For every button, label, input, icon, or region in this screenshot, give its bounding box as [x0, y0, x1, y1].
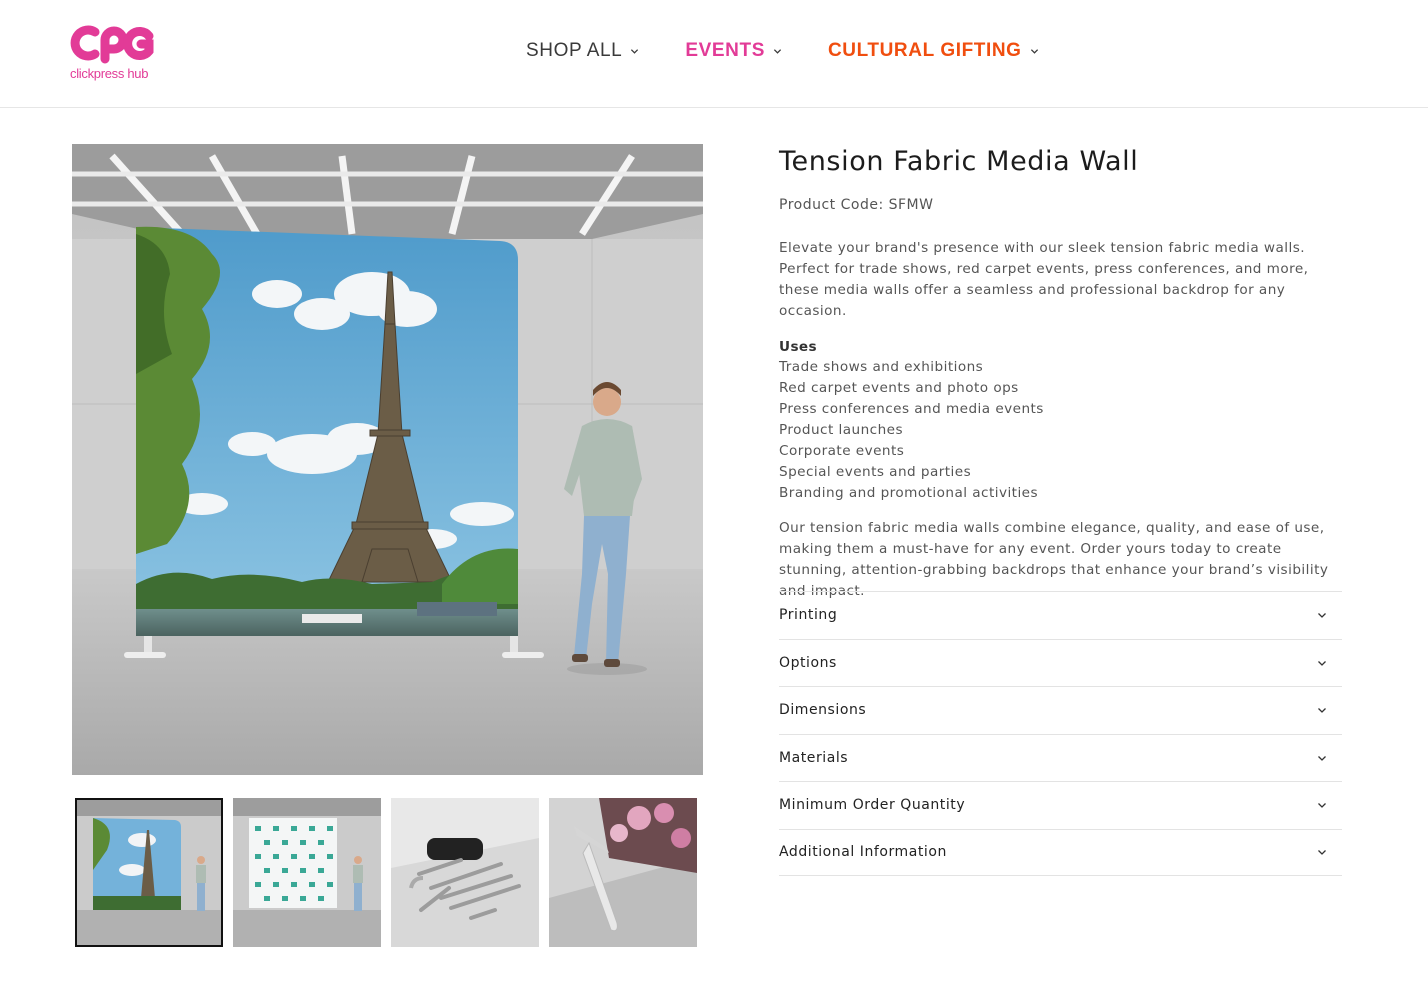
- product-code: Product Code: SFMW: [779, 197, 934, 213]
- accordion-label: Minimum Order Quantity: [779, 797, 966, 814]
- nav-shop-all[interactable]: SHOP ALL: [526, 40, 639, 62]
- accordion-dimensions[interactable]: Dimensions: [779, 686, 1342, 734]
- main-navigation: SHOP ALL EVENTS CULTURAL GIFTING: [526, 40, 1085, 62]
- product-description: Elevate your brand's presence with our s…: [779, 240, 1309, 319]
- product-main-image[interactable]: [72, 144, 703, 775]
- list-item: Product launches: [779, 422, 904, 438]
- thumbnail-image: [77, 800, 221, 945]
- list-item: Trade shows and exhibitions: [779, 359, 984, 375]
- nav-cultural-gifting[interactable]: CULTURAL GIFTING: [828, 40, 1039, 62]
- frame-kit-bag-thumbnail[interactable]: [391, 798, 539, 947]
- accordion-label: Materials: [779, 749, 849, 766]
- chevron-down-icon: [1318, 850, 1326, 856]
- accordion-additional-information[interactable]: Additional Information: [779, 828, 1342, 876]
- chevron-down-icon: [1318, 708, 1326, 714]
- logo-tagline: clickpress hub: [70, 66, 149, 81]
- accordion-materials[interactable]: Materials: [779, 733, 1342, 782]
- list-item: Press conferences and media events: [779, 401, 1044, 417]
- product-accordion: Printing Options Dimensions Materials Mi…: [779, 591, 1342, 876]
- nav-shop-all-label: SHOP ALL: [526, 40, 623, 61]
- site-header: clickpress hub SHOP ALL EVENTS CULTURAL …: [0, 0, 1428, 108]
- chevron-down-icon: [1318, 613, 1326, 619]
- accordion-label: Printing: [779, 607, 838, 624]
- chevron-down-icon: [1318, 660, 1326, 666]
- accordion-minimum-order-quantity[interactable]: Minimum Order Quantity: [779, 781, 1342, 829]
- nav-events-label: EVENTS: [685, 40, 765, 61]
- media-wall-photo: [72, 144, 703, 775]
- nav-cultural-gifting-label: CULTURAL GIFTING: [827, 40, 1022, 61]
- chevron-down-icon: [773, 48, 782, 54]
- uses-heading: Uses: [779, 339, 818, 355]
- product-outro: Our tension fabric media walls combine e…: [779, 520, 1329, 599]
- thumbnail-image: [233, 798, 381, 947]
- chevron-down-icon: [631, 48, 639, 54]
- chevron-down-icon: [1318, 755, 1326, 761]
- product-title: Tension Fabric Media Wall: [779, 146, 1139, 177]
- eiffel-tower-wall-thumbnail[interactable]: [75, 798, 223, 947]
- thumbnail-image: [549, 798, 697, 947]
- accordion-options[interactable]: Options: [779, 638, 1342, 687]
- thumbnail-strip: [75, 798, 707, 947]
- list-item: Branding and promotional activities: [779, 485, 1039, 501]
- accordion-label: Options: [779, 654, 837, 671]
- accordion-printing[interactable]: Printing: [779, 591, 1342, 639]
- accordion-label: Additional Information: [779, 844, 947, 861]
- uses-list: Trade shows and exhibitions Red carpet e…: [779, 357, 1342, 504]
- nav-events[interactable]: EVENTS: [685, 40, 782, 62]
- step-and-repeat-wall-thumbnail[interactable]: [233, 798, 381, 947]
- chevron-down-icon: [1030, 48, 1038, 54]
- feet-detail-thumbnail[interactable]: [549, 798, 697, 947]
- list-item: Red carpet events and photo ops: [779, 380, 1019, 396]
- list-item: Corporate events: [779, 443, 905, 459]
- list-item: Special events and parties: [779, 464, 972, 480]
- cpg-logo-mark: [70, 25, 154, 64]
- chevron-down-icon: [1318, 803, 1326, 809]
- accordion-label: Dimensions: [779, 702, 867, 719]
- thumbnail-image: [391, 798, 539, 947]
- product-info: Tension Fabric Media Wall Product Code: …: [779, 144, 1342, 602]
- site-logo[interactable]: clickpress hub: [69, 22, 161, 84]
